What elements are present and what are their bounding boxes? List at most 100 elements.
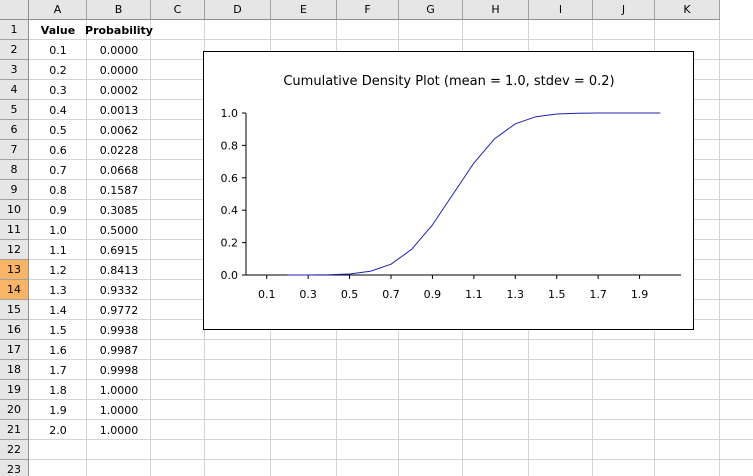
- cell-probability[interactable]: 0.9987: [87, 340, 151, 360]
- row-header-12[interactable]: 12: [0, 240, 29, 260]
- cell-value[interactable]: 0.9: [29, 200, 87, 220]
- row-header-2[interactable]: 2: [0, 40, 29, 60]
- row-header-13[interactable]: 13: [0, 260, 29, 280]
- cell-value[interactable]: 0.3: [29, 80, 87, 100]
- y-tick-label: 0.6: [221, 172, 239, 185]
- row-header-7[interactable]: 7: [0, 140, 29, 160]
- cell-probability[interactable]: 0.0000: [87, 60, 151, 80]
- row-header-1[interactable]: 1: [0, 20, 29, 40]
- row-header-11[interactable]: 11: [0, 220, 29, 240]
- cell-value[interactable]: 0.5: [29, 120, 87, 140]
- cell-probability[interactable]: 0.1587: [87, 180, 151, 200]
- x-tick-label: 1.5: [548, 288, 566, 301]
- x-tick-label: 0.9: [424, 288, 442, 301]
- column-header-j[interactable]: J: [593, 0, 655, 20]
- spreadsheet-grid[interactable]: A B C D E F G H I J K 1 2 3 4 5 6 7 8 9 10 11 12 13 14 15 16 17 18 19…: [0, 0, 753, 476]
- column-header-e[interactable]: E: [271, 0, 337, 20]
- cell-value[interactable]: 1.0: [29, 220, 87, 240]
- cell-probability[interactable]: 0.9998: [87, 360, 151, 380]
- row-header-4[interactable]: 4: [0, 80, 29, 100]
- row-header-5[interactable]: 5: [0, 100, 29, 120]
- cell-value[interactable]: 0.2: [29, 60, 87, 80]
- row-header-19[interactable]: 19: [0, 380, 29, 400]
- x-tick-label: 0.5: [341, 288, 359, 301]
- cell-value[interactable]: 0.8: [29, 180, 87, 200]
- gridline: [719, 20, 720, 476]
- cell-value[interactable]: 2.0: [29, 420, 87, 440]
- row-header-23[interactable]: 23: [0, 460, 29, 476]
- cell-probability[interactable]: 0.0228: [87, 140, 151, 160]
- row-header-3[interactable]: 3: [0, 60, 29, 80]
- y-tick-label: 0.2: [221, 237, 239, 250]
- row-header-14[interactable]: 14: [0, 280, 29, 300]
- select-all-corner[interactable]: [0, 0, 29, 20]
- cell-value[interactable]: 1.8: [29, 380, 87, 400]
- row-header-18[interactable]: 18: [0, 360, 29, 380]
- cumulative-density-chart: Cumulative Density Plot (mean = 1.0, std…: [221, 74, 681, 301]
- cell-value[interactable]: 1.7: [29, 360, 87, 380]
- x-tick-label: 1.7: [589, 288, 607, 301]
- cell-header-value[interactable]: Value: [29, 20, 87, 40]
- cell-value[interactable]: 0.7: [29, 160, 87, 180]
- cell-probability[interactable]: 1.0000: [87, 400, 151, 420]
- chart-title: Cumulative Density Plot (mean = 1.0, std…: [283, 74, 614, 89]
- y-tick-label: 0.0: [221, 269, 239, 282]
- column-header-k[interactable]: K: [655, 0, 720, 20]
- cell-value[interactable]: 1.2: [29, 260, 87, 280]
- column-header-a[interactable]: A: [29, 0, 87, 20]
- row-header-21[interactable]: 21: [0, 420, 29, 440]
- column-header-b[interactable]: B: [87, 0, 151, 20]
- cell-probability[interactable]: 1.0000: [87, 420, 151, 440]
- cell-probability[interactable]: 0.0002: [87, 80, 151, 100]
- y-tick-label: 0.8: [221, 139, 239, 152]
- row-header-20[interactable]: 20: [0, 400, 29, 420]
- column-header-i[interactable]: I: [529, 0, 593, 20]
- x-tick-label: 1.1: [465, 288, 483, 301]
- cell-probability[interactable]: 1.0000: [87, 380, 151, 400]
- chart-object[interactable]: Cumulative Density Plot (mean = 1.0, std…: [203, 51, 694, 330]
- x-tick-label: 1.3: [507, 288, 525, 301]
- cell-probability[interactable]: 0.9938: [87, 320, 151, 340]
- cell-probability[interactable]: 0.0062: [87, 120, 151, 140]
- x-tick-label: 0.1: [258, 288, 276, 301]
- cell-value[interactable]: 1.4: [29, 300, 87, 320]
- cell-value[interactable]: 0.6: [29, 140, 87, 160]
- x-tick-label: 0.3: [299, 288, 317, 301]
- cell-header-probability[interactable]: Probability: [85, 20, 153, 40]
- gridline: [29, 459, 753, 460]
- column-header-h[interactable]: H: [463, 0, 529, 20]
- row-header-8[interactable]: 8: [0, 160, 29, 180]
- cell-probability[interactable]: 0.8413: [87, 260, 151, 280]
- row-header-15[interactable]: 15: [0, 300, 29, 320]
- cell-probability[interactable]: 0.0013: [87, 100, 151, 120]
- column-header-d[interactable]: D: [205, 0, 271, 20]
- row-header-9[interactable]: 9: [0, 180, 29, 200]
- row-header-22[interactable]: 22: [0, 440, 29, 460]
- cell-probability[interactable]: 0.9332: [87, 280, 151, 300]
- cell-probability[interactable]: 0.0000: [87, 40, 151, 60]
- cell-value[interactable]: 1.3: [29, 280, 87, 300]
- cell-value[interactable]: 0.1: [29, 40, 87, 60]
- column-header-g[interactable]: G: [399, 0, 463, 20]
- cell-value[interactable]: 1.5: [29, 320, 87, 340]
- row-header-16[interactable]: 16: [0, 320, 29, 340]
- x-tick-label: 0.7: [382, 288, 400, 301]
- row-header-10[interactable]: 10: [0, 200, 29, 220]
- y-tick-label: 0.4: [221, 204, 239, 217]
- cell-probability[interactable]: 0.9772: [87, 300, 151, 320]
- cell-probability[interactable]: 0.0668: [87, 160, 151, 180]
- row-header-6[interactable]: 6: [0, 120, 29, 140]
- cell-value[interactable]: 0.4: [29, 100, 87, 120]
- cell-value[interactable]: 1.9: [29, 400, 87, 420]
- column-header-f[interactable]: F: [337, 0, 399, 20]
- x-tick-label: 1.9: [631, 288, 649, 301]
- cell-probability[interactable]: 0.6915: [87, 240, 151, 260]
- cdf-series-line: [287, 112, 661, 276]
- row-header-17[interactable]: 17: [0, 340, 29, 360]
- cell-value[interactable]: 1.1: [29, 240, 87, 260]
- cell-probability[interactable]: 0.3085: [87, 200, 151, 220]
- y-tick-label: 1.0: [221, 107, 239, 120]
- column-header-c[interactable]: C: [151, 0, 205, 20]
- cell-probability[interactable]: 0.5000: [87, 220, 151, 240]
- cell-value[interactable]: 1.6: [29, 340, 87, 360]
